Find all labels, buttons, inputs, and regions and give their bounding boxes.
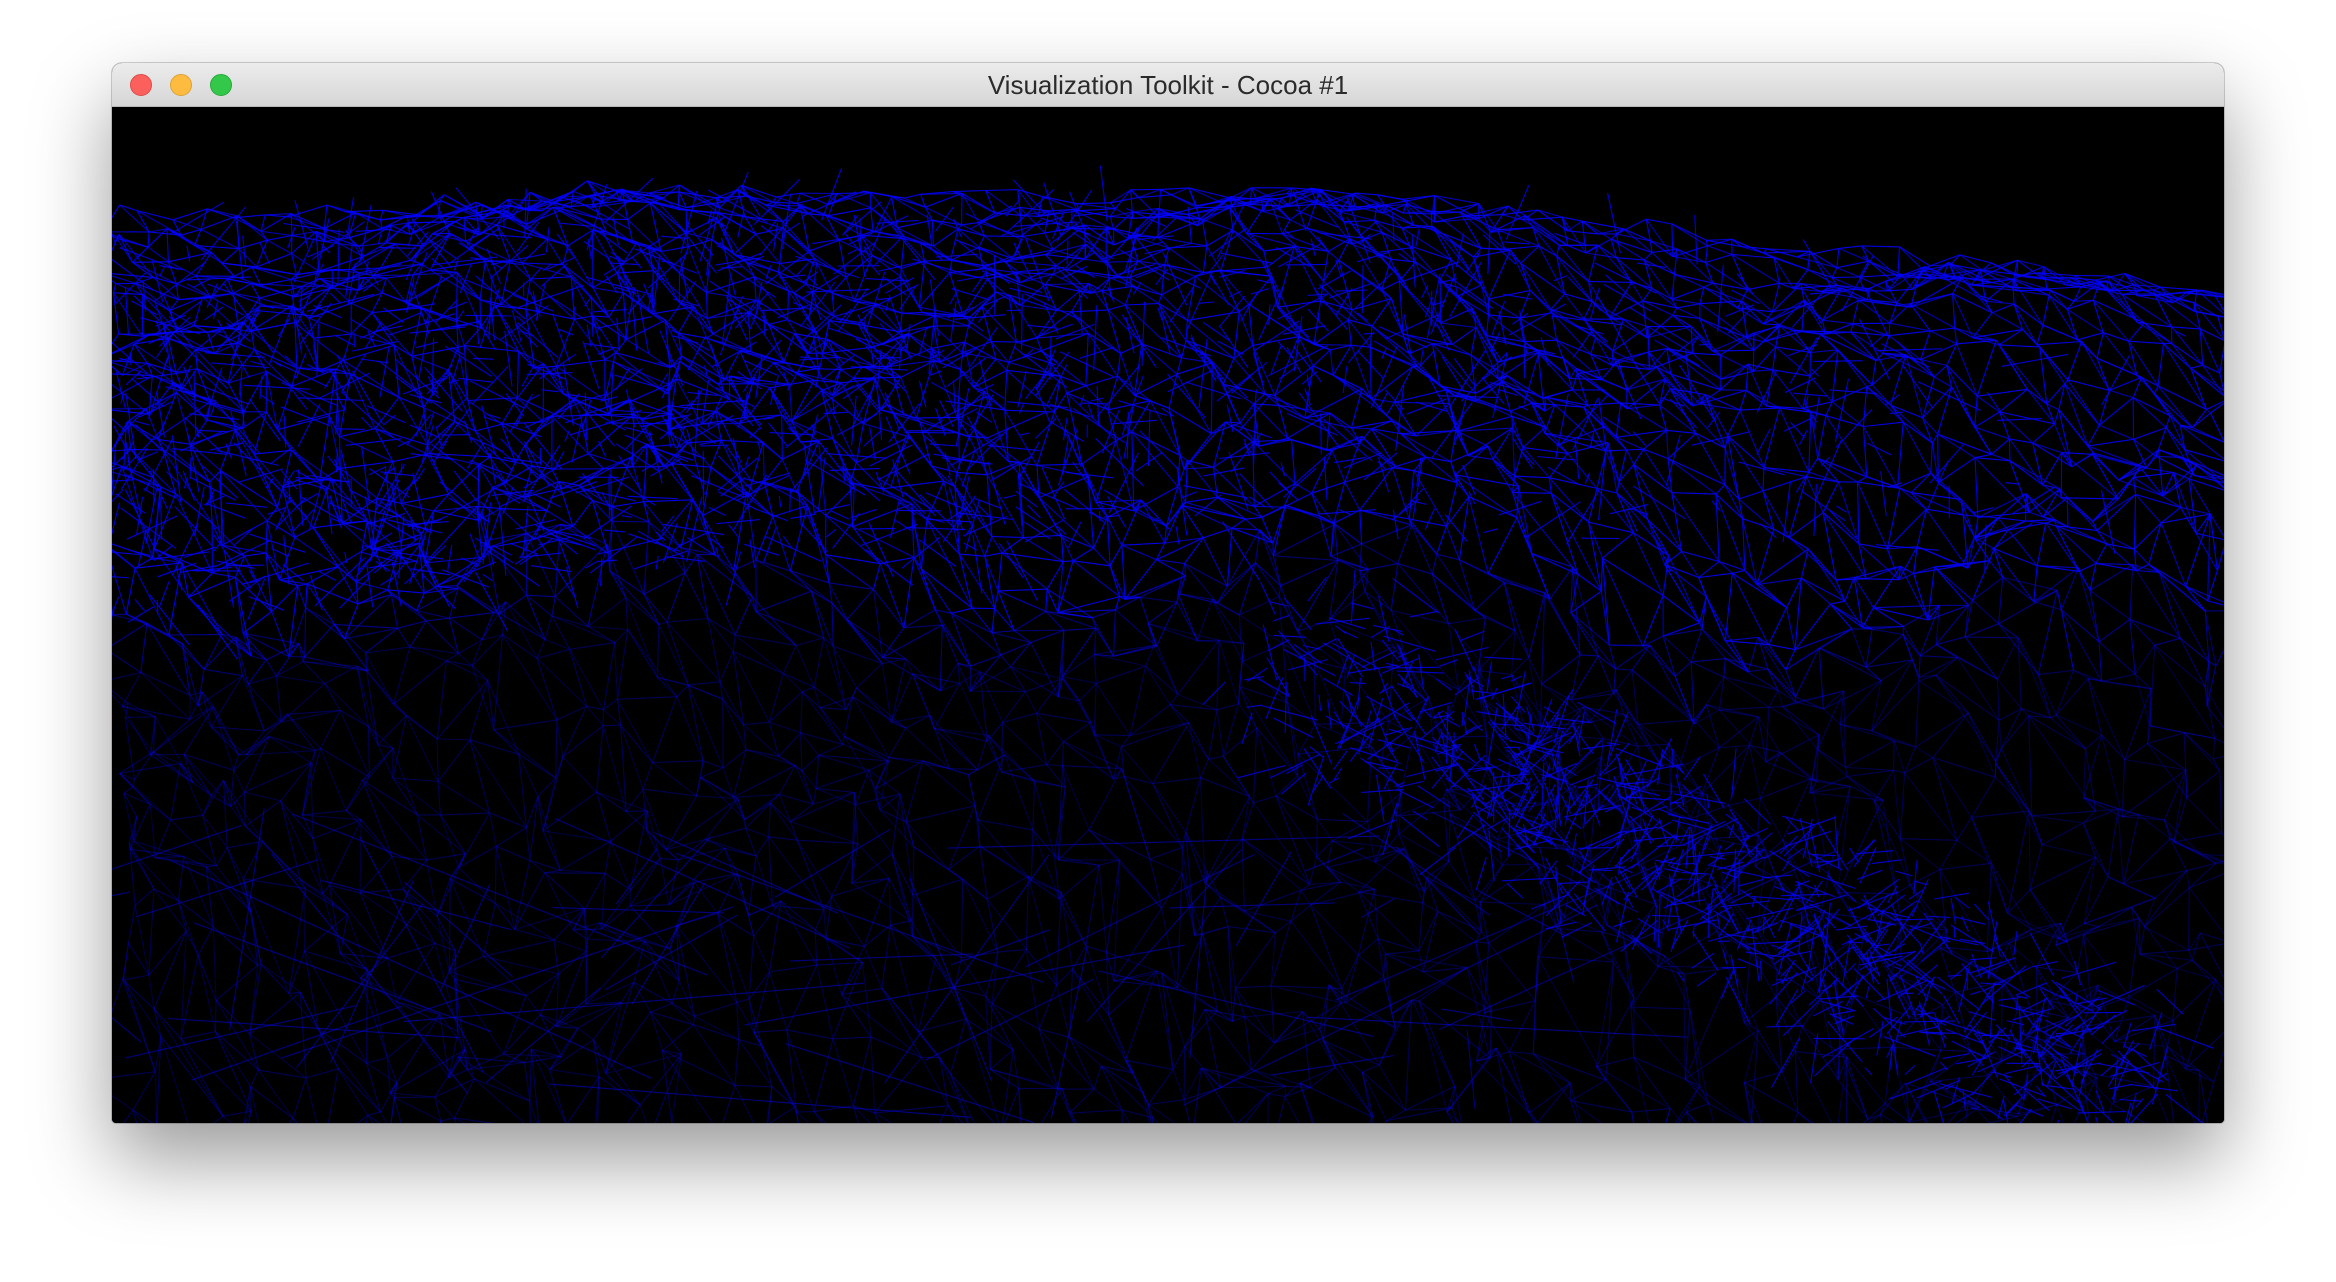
- title-bar[interactable]: Visualization Toolkit - Cocoa #1: [112, 63, 2224, 107]
- window-title: Visualization Toolkit - Cocoa #1: [987, 70, 1349, 100]
- vtk-window: Visualization Toolkit - Cocoa #1: [112, 63, 2224, 1123]
- wireframe-terrain-mesh: [112, 165, 2224, 1123]
- render-viewport[interactable]: [112, 107, 2224, 1123]
